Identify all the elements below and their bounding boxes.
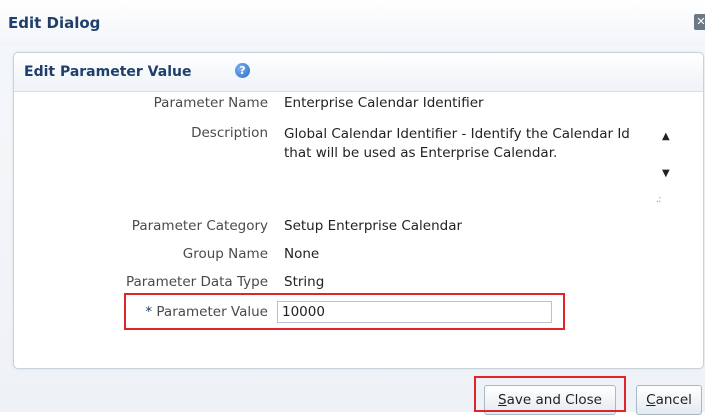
save-and-close-label: ave and Close bbox=[506, 392, 602, 408]
dialog-title: Edit Dialog bbox=[8, 14, 101, 32]
panel-header: Edit Parameter Value ? bbox=[14, 53, 703, 92]
dialog-titlebar: Edit Dialog ✕ bbox=[0, 0, 705, 46]
group-name-label: Group Name bbox=[182, 246, 268, 262]
parameter-name-value: Enterprise Calendar Identifier bbox=[284, 95, 484, 111]
parameter-value-input[interactable] bbox=[277, 301, 552, 323]
save-and-close-mnemonic: S bbox=[498, 392, 507, 408]
group-name-value: None bbox=[284, 246, 320, 262]
required-indicator: * bbox=[145, 304, 153, 320]
parameter-value-label: Parameter Value bbox=[156, 304, 268, 320]
edit-dialog: Edit Dialog ✕ Edit Parameter Value ? Par… bbox=[0, 0, 705, 415]
parameter-name-label: Parameter Name bbox=[153, 95, 268, 111]
parameter-data-type-value: String bbox=[284, 274, 325, 290]
help-icon[interactable]: ? bbox=[235, 63, 250, 78]
cancel-mnemonic: C bbox=[646, 392, 656, 408]
parameter-value-label-wrap: * Parameter Value bbox=[0, 304, 268, 320]
parameter-category-value: Setup Enterprise Calendar bbox=[284, 218, 463, 234]
cancel-button[interactable]: Cancel bbox=[636, 385, 702, 415]
arrow-down-icon[interactable]: ▼ bbox=[662, 168, 670, 179]
resize-grip-icon[interactable]: .: bbox=[656, 194, 661, 205]
parameter-category-label: Parameter Category bbox=[131, 218, 268, 234]
parameter-data-type-label: Parameter Data Type bbox=[125, 274, 268, 290]
save-and-close-button[interactable]: Save and Close bbox=[484, 385, 616, 415]
close-icon[interactable]: ✕ bbox=[694, 14, 705, 30]
arrow-up-icon[interactable]: ▲ bbox=[662, 131, 670, 142]
description-label: Description bbox=[191, 125, 268, 141]
panel-title: Edit Parameter Value bbox=[24, 64, 192, 80]
cancel-label: ancel bbox=[655, 392, 692, 408]
description-value: Global Calendar Identifier - Identify th… bbox=[284, 126, 630, 161]
